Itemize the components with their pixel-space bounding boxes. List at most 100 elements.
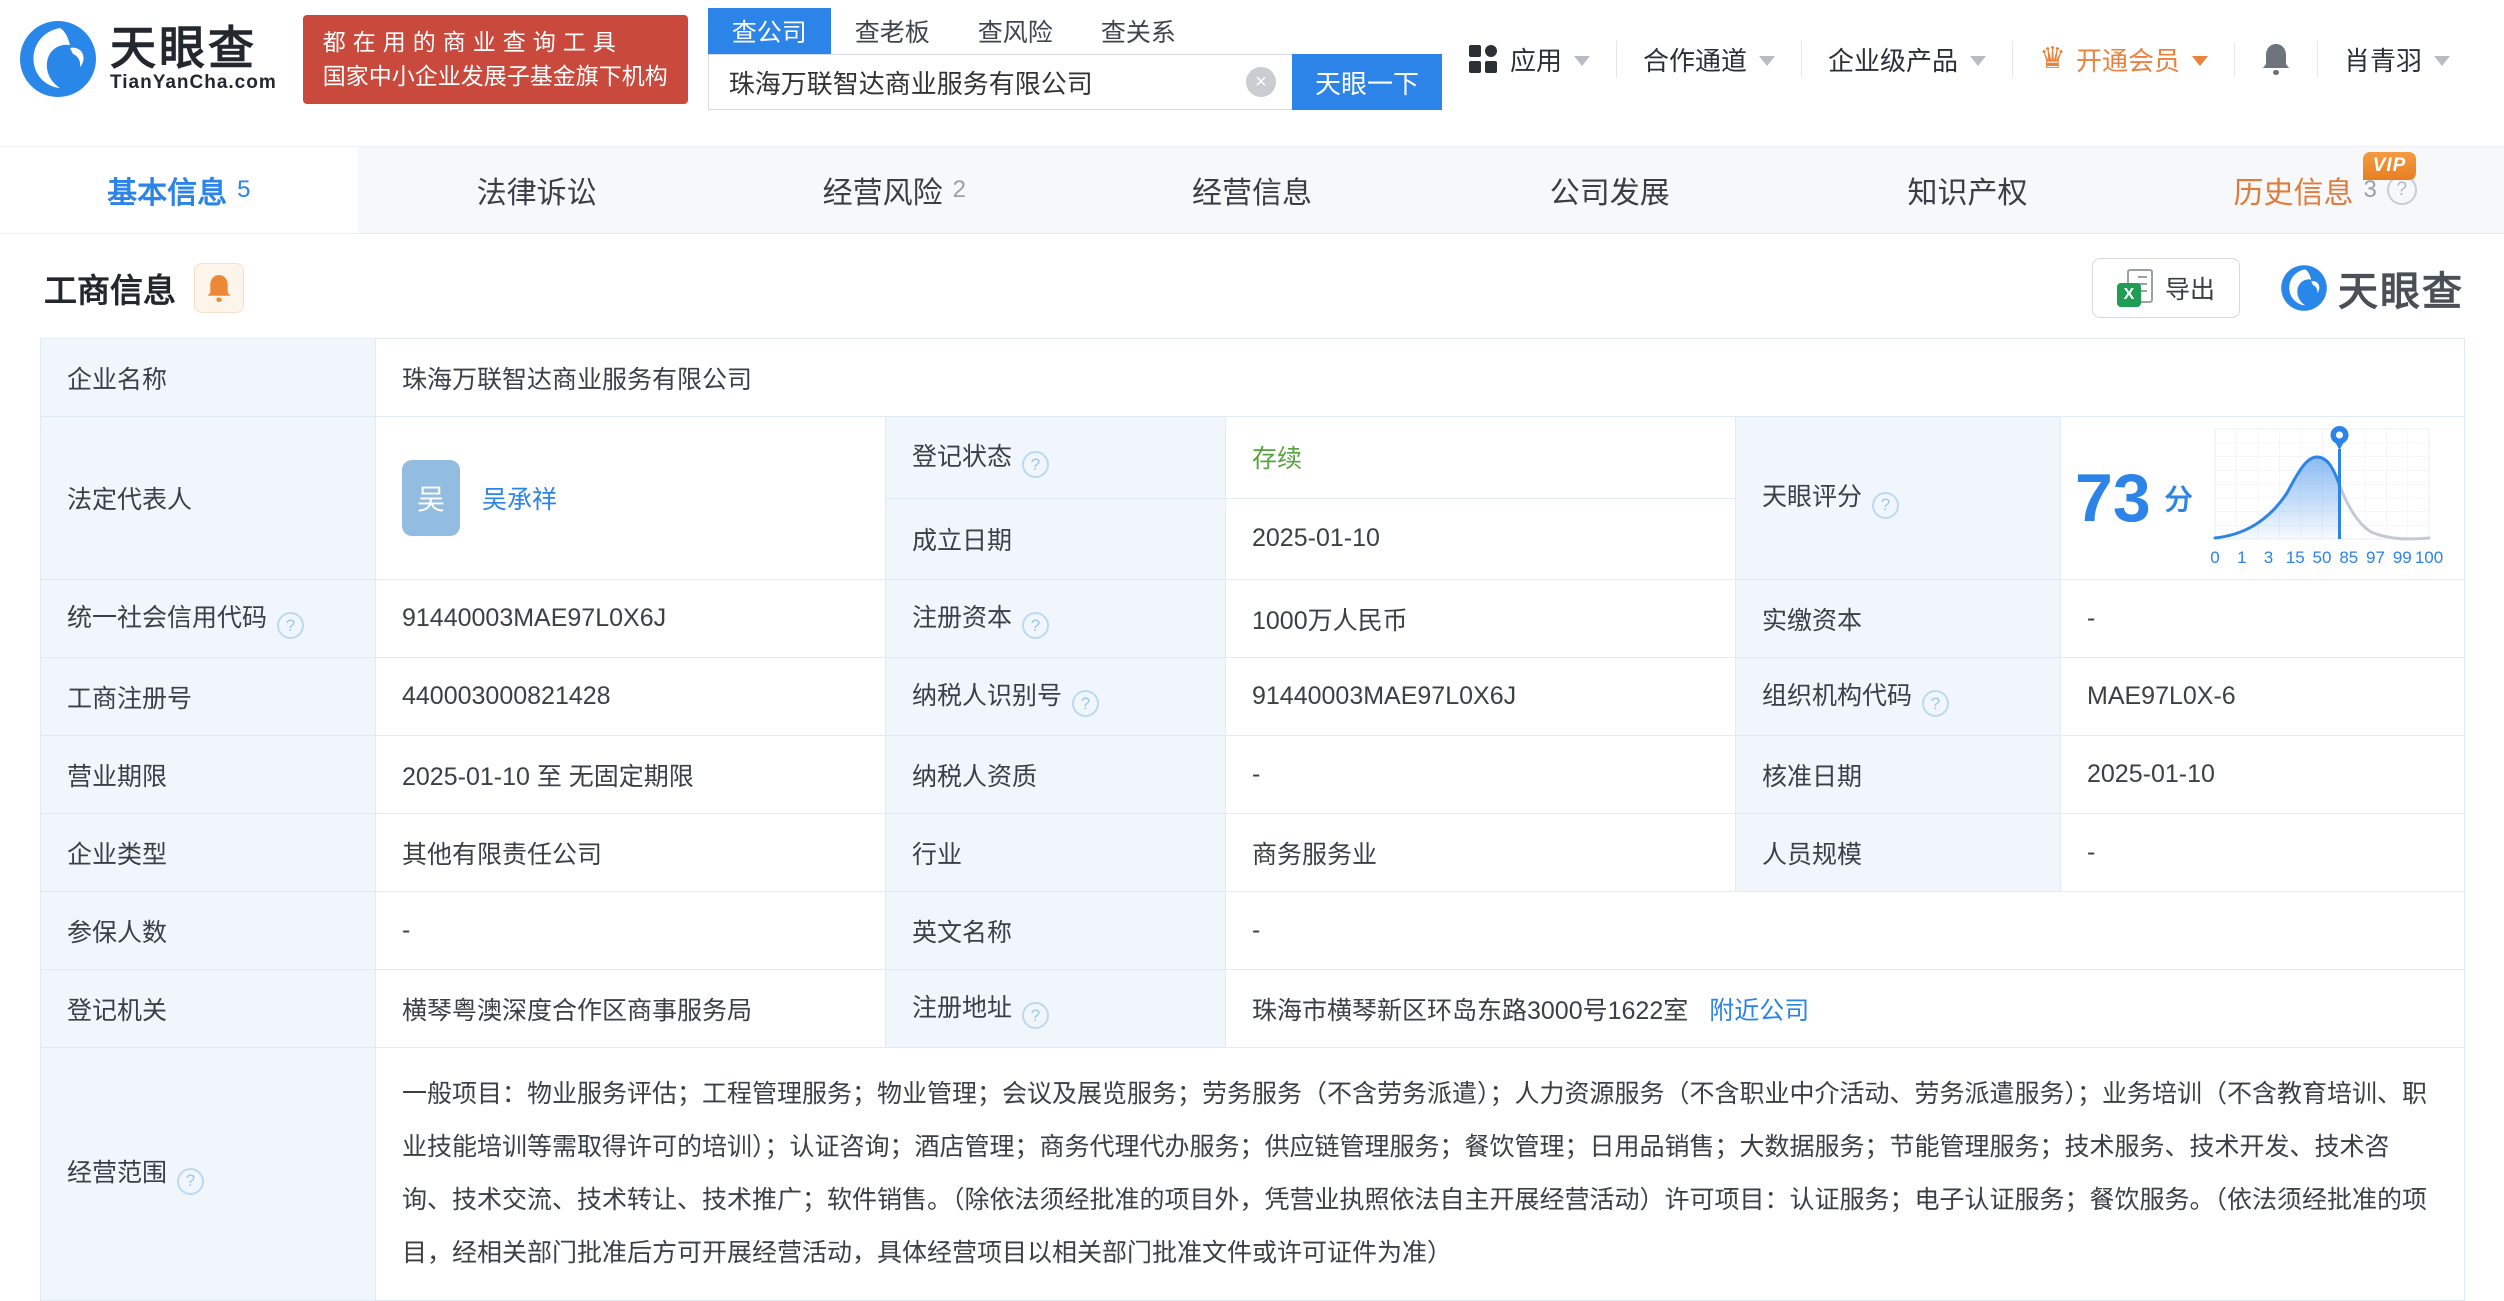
tab-legal-litigation[interactable]: 法律诉讼	[358, 147, 716, 233]
score-unit: 分	[2164, 484, 2193, 515]
nav-username: 肖青羽	[2343, 45, 2422, 76]
help-icon[interactable]	[177, 1167, 205, 1195]
table-row: 工商注册号 440003000821428 纳税人识别号 91440003MAE…	[40, 657, 2466, 736]
top-header: 天眼查 TianYanCha.com 都在用的商业查询工具 国家中小企业发展子基…	[0, 0, 2504, 112]
tianyancha-swirl-icon	[2281, 265, 2327, 311]
nav-apps[interactable]: 应用	[1442, 41, 1616, 78]
table-row: 参保人数 - 英文名称 -	[40, 891, 2466, 970]
search-button[interactable]: 天眼一下	[1292, 54, 1443, 110]
chevron-down-icon	[1759, 56, 1776, 66]
reg-number-value: 440003000821428	[375, 657, 886, 736]
svg-text:1: 1	[2237, 548, 2246, 567]
field-label: 注册资本	[885, 579, 1226, 658]
svg-text:100: 100	[2414, 548, 2442, 567]
nav-member-label: 开通会员	[2075, 45, 2180, 76]
field-label: 注册地址	[885, 969, 1226, 1048]
tab-count: 3	[2363, 176, 2377, 203]
search-tabs: 查公司 查老板 查风险 查关系	[707, 8, 1442, 54]
help-icon[interactable]	[1872, 491, 1900, 519]
help-icon[interactable]	[277, 612, 305, 640]
monitor-bell-button[interactable]	[194, 263, 244, 313]
tab-operation-risk[interactable]: 经营风险 2	[715, 147, 1073, 233]
clear-search-icon[interactable]: ×	[1246, 67, 1277, 97]
table-row: 企业名称 珠海万联智达商业服务有限公司	[40, 338, 2466, 417]
search-tab-boss[interactable]: 查老板	[831, 8, 954, 54]
tab-label: 经营信息	[1192, 177, 1313, 210]
bell-icon	[207, 275, 231, 302]
tyc-score-cell: 73 分 0 1 3 15 50 85 97 99 100	[2059, 416, 2466, 580]
slogan-line2: 国家中小企业发展子基金旗下机构	[322, 63, 668, 89]
field-label: 营业期限	[40, 735, 376, 814]
field-label: 法定代表人	[40, 416, 376, 580]
avatar: 吴	[402, 460, 460, 536]
tab-count: 2	[952, 176, 966, 203]
crown-icon: ♛	[2039, 42, 2066, 75]
field-label: 人员规模	[1735, 813, 2061, 892]
search-input[interactable]	[707, 54, 1293, 110]
export-label: 导出	[2164, 276, 2215, 304]
help-icon[interactable]	[1022, 1002, 1050, 1030]
tab-intellectual-property[interactable]: 知识产权	[1789, 147, 2147, 233]
tab-basic-info[interactable]: 基本信息 5	[0, 147, 358, 233]
header-nav: 应用 合作通道 企业级产品 ♛ 开通会员 肖青羽	[1442, 40, 2476, 78]
approval-date-value: 2025-01-10	[2059, 735, 2466, 814]
table-row: 登记机关 横琴粤澳深度合作区商事服务局 注册地址 珠海市横琴新区环岛东路3000…	[40, 969, 2466, 1048]
tianyancha-logo[interactable]: 天眼查 TianYanCha.com	[18, 19, 277, 99]
field-label: 英文名称	[885, 891, 1226, 970]
search-area: 查公司 查老板 查风险 查关系 × 天眼一下	[707, 8, 1443, 110]
tab-operation-info[interactable]: 经营信息	[1073, 147, 1431, 233]
excel-icon: X	[2116, 269, 2153, 307]
english-name-value: -	[1224, 891, 2466, 970]
field-label: 工商注册号	[40, 657, 376, 736]
nav-partner-label: 合作通道	[1643, 45, 1748, 76]
export-button[interactable]: X 导出	[2091, 258, 2240, 318]
nav-open-membership[interactable]: ♛ 开通会员	[2012, 40, 2234, 78]
logo-brand-text: 天眼查	[110, 21, 257, 74]
help-icon[interactable]	[1022, 451, 1050, 478]
tab-count: 5	[237, 176, 251, 203]
logo-domain-text: TianYanCha.com	[110, 72, 277, 94]
nav-enterprise[interactable]: 企业级产品	[1801, 40, 2012, 78]
tab-label: 法律诉讼	[476, 177, 597, 210]
help-icon[interactable]	[1022, 612, 1050, 640]
svg-text:50: 50	[2312, 548, 2331, 567]
help-icon[interactable]	[1072, 690, 1100, 718]
company-name-value: 珠海万联智达商业服务有限公司	[374, 338, 2466, 417]
nav-notifications[interactable]	[2233, 42, 2317, 76]
nearby-companies-link[interactable]: 附近公司	[1709, 997, 1809, 1025]
nav-user[interactable]: 肖青羽	[2316, 40, 2476, 78]
search-tab-risk[interactable]: 查风险	[954, 8, 1077, 54]
vip-badge: VIP	[2362, 152, 2417, 180]
help-icon[interactable]	[1922, 690, 1950, 718]
apps-grid-icon	[1469, 45, 1498, 73]
field-label: 纳税人资质	[885, 735, 1226, 814]
nav-apps-label: 应用	[1510, 45, 1563, 76]
taxpayer-id-value: 91440003MAE97L0X6J	[1225, 657, 1736, 736]
field-label: 天眼评分	[1735, 416, 2061, 580]
svg-text:0: 0	[2210, 548, 2219, 567]
field-label: 企业名称	[40, 338, 376, 417]
svg-text:85: 85	[2339, 548, 2358, 567]
search-tab-company[interactable]: 查公司	[707, 8, 831, 54]
business-term-value: 2025-01-10 至 无固定期限	[375, 735, 886, 814]
nav-partner[interactable]: 合作通道	[1616, 40, 1801, 78]
industry-value: 商务服务业	[1225, 813, 1736, 892]
field-label: 经营范围	[40, 1047, 376, 1301]
tab-label: 公司发展	[1549, 177, 1670, 210]
chevron-down-icon	[1970, 56, 1987, 66]
section-title: 工商信息	[44, 272, 176, 309]
search-tab-relation[interactable]: 查关系	[1077, 8, 1200, 54]
tab-company-development[interactable]: 公司发展	[1431, 147, 1789, 233]
insured-count-value: -	[375, 891, 886, 970]
svg-text:97: 97	[2366, 548, 2385, 567]
table-row: 企业类型 其他有限责任公司 行业 商务服务业 人员规模 -	[40, 813, 2466, 892]
legal-rep-link[interactable]: 吴承祥	[482, 480, 557, 516]
business-registration-table: 企业名称 珠海万联智达商业服务有限公司 法定代表人 吴 吴承祥 登记状态 存续 …	[40, 338, 2466, 1301]
tab-label: 历史信息	[2233, 177, 2354, 210]
tab-history-info[interactable]: VIP 历史信息 3 ?	[2146, 147, 2504, 233]
business-info-section-head: 工商信息 X 导出 天眼查	[0, 234, 2504, 338]
field-label: 组织机构代码	[1735, 657, 2061, 736]
slogan-line1: 都在用的商业查询工具	[322, 28, 623, 55]
credit-code-value: 91440003MAE97L0X6J	[375, 579, 886, 658]
table-row: 法定代表人 吴 吴承祥 登记状态 存续 天眼评分 73 分	[40, 416, 2466, 580]
